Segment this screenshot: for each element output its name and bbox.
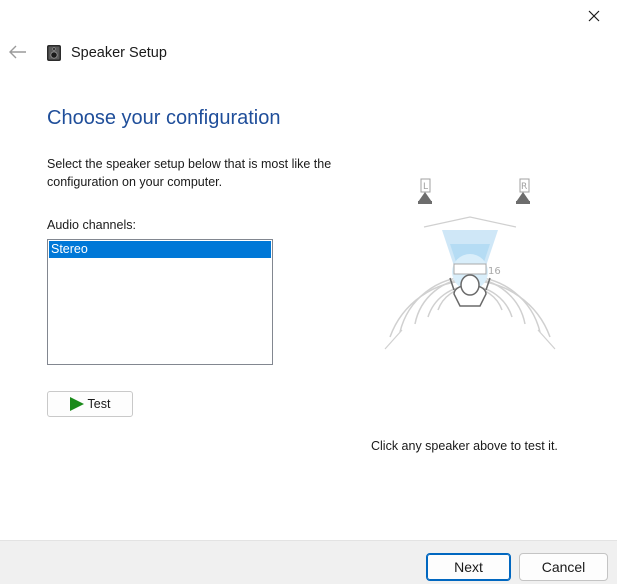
window-title: Speaker Setup [71, 45, 167, 61]
list-item-stereo[interactable]: Stereo [49, 241, 271, 258]
back-arrow-icon [9, 45, 26, 59]
right-speaker-label: R [521, 182, 527, 192]
speaker-icon [47, 45, 61, 61]
audio-channels-list[interactable]: Stereo [47, 239, 273, 365]
cancel-button[interactable]: Cancel [519, 553, 608, 581]
audio-channels-label: Audio channels: [47, 218, 136, 232]
next-button[interactable]: Next [426, 553, 511, 581]
play-icon [69, 397, 84, 411]
test-hint-text: Click any speaker above to test it. [371, 439, 558, 453]
close-icon [588, 10, 600, 22]
instructions-text: Select the speaker setup below that is m… [47, 157, 332, 189]
footer-bar: Next Cancel [0, 540, 617, 584]
speaker-setup-window: Speaker Setup Choose your configuration … [0, 0, 617, 584]
back-button[interactable] [6, 40, 30, 64]
test-button[interactable]: Test [47, 391, 133, 417]
page-heading: Choose your configuration [47, 107, 281, 129]
close-button[interactable] [571, 0, 617, 32]
left-speaker-label: L [423, 182, 428, 192]
svg-text:16: 16 [488, 266, 501, 277]
speaker-diagram: 16 L R [384, 178, 556, 350]
test-button-label: Test [87, 397, 111, 411]
